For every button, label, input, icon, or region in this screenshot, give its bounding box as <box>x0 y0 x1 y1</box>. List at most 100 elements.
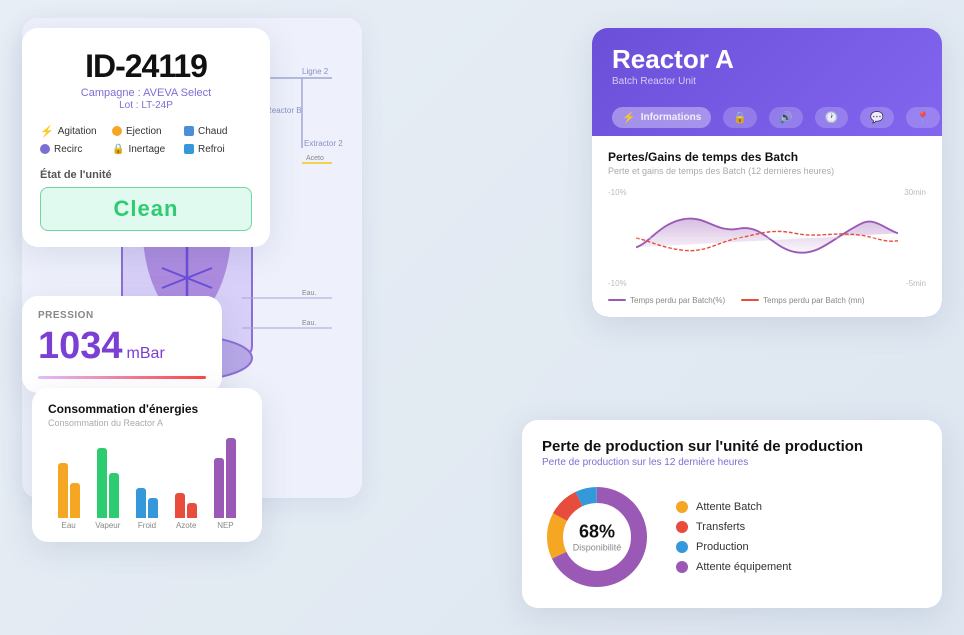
legend-production: Production <box>676 541 922 553</box>
agitation-label: Agitation <box>58 126 97 137</box>
attente-batch-label: Attente Batch <box>696 501 762 513</box>
informations-label: Informations <box>641 112 702 123</box>
bar <box>109 473 119 518</box>
bar-group-froid: Froid <box>130 488 163 530</box>
clock-icon: 🕐 <box>825 111 839 124</box>
sound-icon: 🔊 <box>779 111 793 124</box>
bar-col <box>175 493 197 518</box>
legend-red-label: Temps perdu par Batch (mn) <box>763 296 864 305</box>
ejection-icon <box>112 126 122 136</box>
axis-right-top: 30min <box>904 188 926 197</box>
chaud-icon <box>184 126 194 136</box>
bar-col <box>97 448 119 518</box>
bar-chart: Eau Vapeur Froid Azote NEP <box>48 440 246 530</box>
nav-lock[interactable]: 🔒 <box>723 107 757 128</box>
prod-title: Perte de production sur l'unité de produ… <box>542 438 922 455</box>
bar-col <box>136 488 158 518</box>
bar <box>148 498 158 518</box>
svg-text:Ligne 2: Ligne 2 <box>302 67 329 76</box>
tags-grid: ⚡ Agitation Ejection Chaud Recirc 🔒 Iner… <box>40 125 252 155</box>
chat-icon: 💬 <box>870 111 884 124</box>
chart-axis-right: 30min -5min <box>904 188 926 288</box>
purple-line-icon <box>608 299 626 301</box>
chart-subtitle: Perte et gains de temps des Batch (12 de… <box>608 166 926 176</box>
reactor-card: Reactor A Batch Reactor Unit ⚡ Informati… <box>592 28 942 317</box>
legend-red: Temps perdu par Batch (mn) <box>741 296 864 305</box>
bar <box>214 458 224 518</box>
pression-number: 1034 <box>38 325 123 368</box>
lock-icon: 🔒 <box>733 111 747 124</box>
production-card: Perte de production sur l'unité de produ… <box>522 420 942 608</box>
tag-refroi: Refroi <box>184 144 252 155</box>
bar-group-eau: Eau <box>52 463 85 530</box>
agitation-icon: ⚡ <box>40 125 54 138</box>
lot-label: Lot : LT-24P <box>40 100 252 111</box>
svg-text:Aceto: Aceto <box>306 155 324 162</box>
pression-label: Pression <box>38 310 206 321</box>
chart-axis-left: -10% -10% <box>608 188 627 288</box>
svg-text:Eau.: Eau. <box>302 320 316 327</box>
bar-group-nep: NEP <box>209 438 242 530</box>
id-number: ID-24119 <box>40 48 252 85</box>
reactor-nav: ⚡ Informations 🔒 🔊 🕐 💬 📍 <box>592 107 942 136</box>
legend-attente-batch: Attente Batch <box>676 501 922 513</box>
pression-card: Pression 1034 mBar <box>22 296 222 393</box>
svg-text:Extractor 2: Extractor 2 <box>304 139 343 148</box>
bar-label: Froid <box>138 521 156 530</box>
production-legend: Attente Batch Transferts Production Atte… <box>676 501 922 573</box>
nav-informations[interactable]: ⚡ Informations <box>612 107 711 128</box>
legend-transferts: Transferts <box>676 521 922 533</box>
legend-attente-equip: Attente équipement <box>676 561 922 573</box>
bar <box>187 503 197 518</box>
donut-chart: 68% Disponibilité <box>542 482 652 592</box>
tag-chaud: Chaud <box>184 125 252 138</box>
nav-location[interactable]: 📍 <box>906 107 940 128</box>
etat-label: État de l'unité <box>40 169 252 181</box>
bar <box>58 463 68 518</box>
inertage-icon: 🔒 <box>112 144 124 155</box>
red-line-icon <box>741 299 759 301</box>
reactor-subtitle: Batch Reactor Unit <box>612 76 922 87</box>
tag-ejection: Ejection <box>112 125 180 138</box>
transferts-label: Transferts <box>696 521 745 533</box>
chart-title: Pertes/Gains de temps des Batch <box>608 150 926 164</box>
refroi-label: Refroi <box>198 144 225 155</box>
location-icon: 📍 <box>916 111 930 124</box>
dashboard: ID-24119 Campagne : AVEVA Select Lot : L… <box>22 18 942 618</box>
recirc-icon <box>40 144 50 154</box>
transferts-dot <box>676 521 688 533</box>
chaud-label: Chaud <box>198 126 227 137</box>
pression-unit: mBar <box>127 345 165 363</box>
nav-chat[interactable]: 💬 <box>860 107 894 128</box>
legend-purple: Temps perdu par Batch(%) <box>608 296 725 305</box>
bar-col <box>58 463 80 518</box>
bar-label: Azote <box>176 521 196 530</box>
bar <box>226 438 236 518</box>
prod-subtitle: Perte de production sur les 12 dernière … <box>542 457 922 468</box>
attente-equip-dot <box>676 561 688 573</box>
bar-label: Vapeur <box>95 521 120 530</box>
ejection-label: Ejection <box>126 126 162 137</box>
bar-label: NEP <box>217 521 233 530</box>
chart-card: Pertes/Gains de temps des Batch Perte et… <box>592 136 942 317</box>
pression-bar <box>38 376 206 379</box>
reactor-header: Reactor A Batch Reactor Unit <box>592 28 942 97</box>
bar-group-azote: Azote <box>170 493 203 530</box>
donut-percentage: 68% <box>573 521 622 542</box>
donut-label: Disponibilité <box>573 542 622 552</box>
svg-text:Eau.: Eau. <box>302 290 316 297</box>
bar <box>70 483 80 518</box>
tag-recirc: Recirc <box>40 144 108 155</box>
conso-card: Consommation d'énergies Consommation du … <box>32 388 262 542</box>
tag-agitation: ⚡ Agitation <box>40 125 108 138</box>
chart-legend: Temps perdu par Batch(%) Temps perdu par… <box>608 296 926 305</box>
axis-right-bottom: -5min <box>904 279 926 288</box>
nav-sound[interactable]: 🔊 <box>769 107 803 128</box>
campaign-label: Campagne : AVEVA Select <box>40 87 252 99</box>
donut-center: 68% Disponibilité <box>573 521 622 552</box>
attente-batch-dot <box>676 501 688 513</box>
bar <box>97 448 107 518</box>
tag-inertage: 🔒 Inertage <box>112 144 180 155</box>
nav-clock[interactable]: 🕐 <box>815 107 849 128</box>
pression-value: 1034 mBar <box>38 325 206 368</box>
